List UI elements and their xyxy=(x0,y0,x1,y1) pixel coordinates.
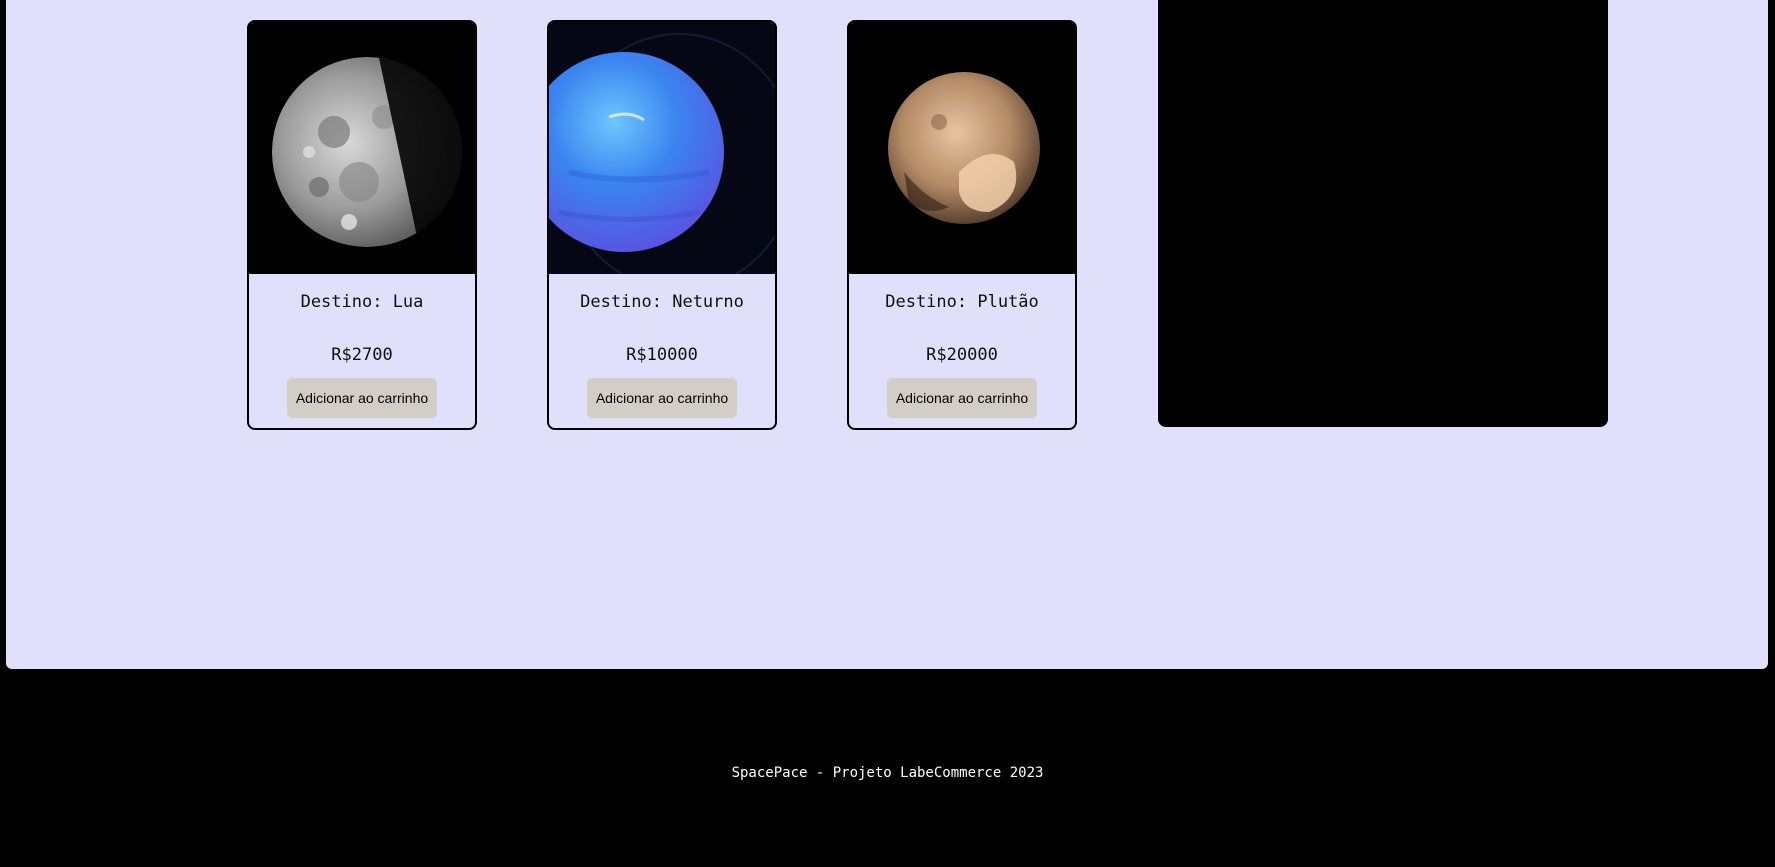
product-title: Destino: Plutão xyxy=(885,292,1039,312)
footer-text: SpacePace - Projeto LabeCommerce 2023 xyxy=(731,765,1044,781)
product-title: Destino: Lua xyxy=(300,292,424,312)
add-to-cart-button[interactable]: Adicionar ao carrinho xyxy=(887,378,1037,418)
neptune-image xyxy=(549,22,775,274)
product-card: Destino: Plutão R$20000 Adicionar ao car… xyxy=(847,20,1077,430)
product-card: Destino: Lua R$2700 Adicionar ao carrinh… xyxy=(247,20,477,430)
add-to-cart-button[interactable]: Adicionar ao carrinho xyxy=(587,378,737,418)
cart-panel xyxy=(1158,0,1608,427)
product-area: Destino: Lua R$2700 Adicionar ao carrinh… xyxy=(6,0,1768,669)
pluto-image xyxy=(849,22,1075,274)
product-card: Destino: Neturno R$10000 Adicionar ao ca… xyxy=(547,20,777,430)
product-price: R$2700 xyxy=(331,345,393,365)
page: Destino: Lua R$2700 Adicionar ao carrinh… xyxy=(0,0,1775,867)
product-price: R$20000 xyxy=(926,345,998,365)
moon-image xyxy=(249,22,475,274)
product-price: R$10000 xyxy=(626,345,698,365)
product-title: Destino: Neturno xyxy=(580,292,744,312)
add-to-cart-button[interactable]: Adicionar ao carrinho xyxy=(287,378,437,418)
